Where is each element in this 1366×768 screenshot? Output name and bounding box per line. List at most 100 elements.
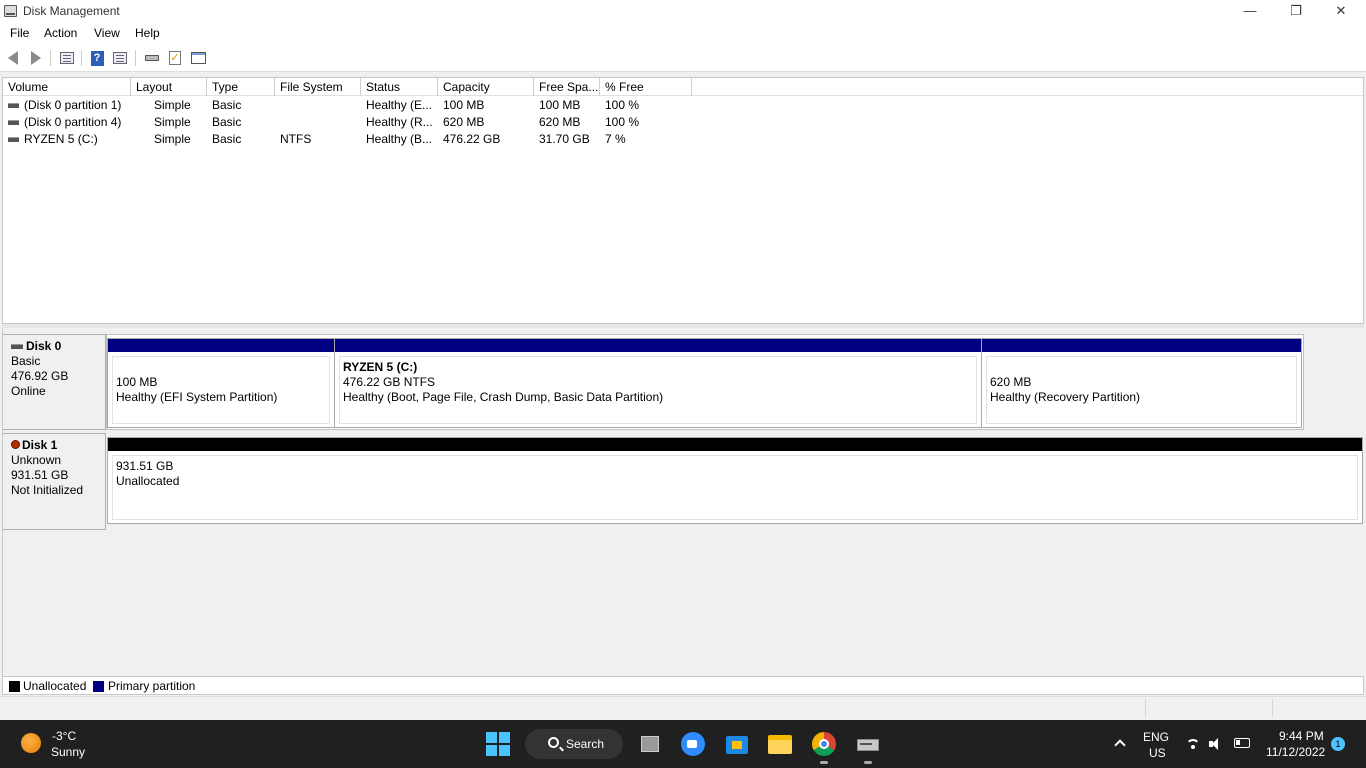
- weather-condition: Sunny: [51, 745, 86, 759]
- disk-name: Disk 0: [26, 339, 62, 353]
- status-bar: [0, 696, 1366, 720]
- restore-button[interactable]: ❐: [1273, 0, 1319, 23]
- check-icon: ✓: [169, 51, 181, 65]
- cell-free-space: 31.70 GB: [539, 132, 590, 146]
- partition-status: Healthy (EFI System Partition): [116, 390, 278, 404]
- minimize-button[interactable]: —: [1227, 0, 1273, 23]
- partition-body: 620 MB Healthy (Recovery Partition): [986, 356, 1297, 424]
- cell-percent-free: 100 %: [605, 98, 640, 112]
- running-indicator: [864, 761, 872, 764]
- partition-size: 931.51 GB: [116, 459, 174, 473]
- search-icon: [548, 737, 559, 748]
- partition-size: 620 MB: [990, 375, 1032, 389]
- cell-volume: RYZEN 5 (C:): [3, 131, 131, 148]
- disk-0-label[interactable]: Disk 0 Basic 476.92 GB Online: [3, 334, 106, 430]
- partition-recovery[interactable]: 620 MB Healthy (Recovery Partition): [981, 338, 1302, 428]
- zoom-icon[interactable]: [680, 731, 706, 757]
- volume-list[interactable]: Volume Layout Type File System Status Ca…: [2, 77, 1364, 324]
- col-file-system[interactable]: File System: [275, 78, 361, 96]
- menu-view[interactable]: View: [94, 26, 120, 40]
- back-button[interactable]: [4, 49, 22, 67]
- col-type[interactable]: Type: [207, 78, 275, 96]
- clock-date[interactable]: 11/12/2022: [1266, 745, 1325, 759]
- unallocated-swatch: [9, 681, 20, 692]
- volume-row[interactable]: (Disk 0 partition 4) Simple Basic Health…: [3, 114, 1363, 131]
- clock-time[interactable]: 9:44 PM: [1279, 729, 1324, 743]
- menu-file[interactable]: File: [10, 26, 29, 40]
- primary-partition-bar: [335, 339, 981, 352]
- col-layout[interactable]: Layout: [131, 78, 207, 96]
- notification-badge[interactable]: 1: [1331, 737, 1345, 751]
- help-button[interactable]: ?: [88, 49, 106, 67]
- col-free-space[interactable]: Free Spa...: [534, 78, 600, 96]
- partition-efi[interactable]: 100 MB Healthy (EFI System Partition): [107, 338, 335, 428]
- legend: Unallocated Primary partition: [2, 676, 1364, 695]
- col-volume[interactable]: Volume: [3, 78, 131, 96]
- col-percent-free[interactable]: % Free: [600, 78, 692, 96]
- battery-icon[interactable]: [1234, 738, 1250, 748]
- partition-status: Unallocated: [116, 474, 180, 488]
- window-icon: [190, 52, 206, 64]
- volume-icon: [8, 120, 19, 126]
- cell-type: Basic: [212, 132, 242, 146]
- toolbar-separator: [135, 50, 136, 66]
- disk-icon: [11, 344, 23, 350]
- status-divider: [1272, 699, 1273, 717]
- disk-management-icon[interactable]: [855, 731, 881, 764]
- cell-free-space: 620 MB: [539, 115, 581, 129]
- status-divider: [1145, 699, 1146, 717]
- start-icon[interactable]: [486, 732, 510, 756]
- properties-button[interactable]: [58, 49, 76, 67]
- language-indicator[interactable]: ENG: [1143, 730, 1169, 744]
- volume-icon[interactable]: [1209, 738, 1223, 750]
- region-indicator[interactable]: US: [1149, 746, 1166, 760]
- cell-volume: (Disk 0 partition 4): [3, 114, 131, 131]
- partition-body: 100 MB Healthy (EFI System Partition): [112, 356, 330, 424]
- disk-1-label[interactable]: Disk 1 Unknown 931.51 GB Not Initialized: [3, 433, 106, 530]
- partition-body: RYZEN 5 (C:) 476.22 GB NTFS Healthy (Boo…: [339, 356, 977, 424]
- window-button[interactable]: [189, 49, 207, 67]
- primary-partition-bar: [108, 339, 334, 352]
- cell-volume: (Disk 0 partition 1): [3, 97, 131, 114]
- primary-partition-bar: [982, 339, 1301, 352]
- partition-status: Healthy (Boot, Page File, Crash Dump, Ba…: [343, 390, 664, 404]
- volume-row[interactable]: (Disk 0 partition 1) Simple Basic Health…: [3, 97, 1363, 114]
- chrome-icon[interactable]: [811, 731, 837, 764]
- taskbar: -3°C Sunny Search ENG US 9:44 PM 11/12/2…: [0, 720, 1366, 768]
- console-tree-button[interactable]: [111, 49, 129, 67]
- partition-unallocated[interactable]: 931.51 GB Unallocated: [107, 437, 1363, 524]
- show-hidden-icons-chevron-icon[interactable]: [1114, 737, 1126, 751]
- partition-name: [990, 360, 1296, 375]
- menu-help[interactable]: Help: [135, 26, 160, 40]
- search-button[interactable]: Search: [525, 729, 623, 759]
- store-icon[interactable]: [724, 731, 750, 757]
- cell-type: Basic: [212, 115, 242, 129]
- partition-ryzen-c[interactable]: RYZEN 5 (C:) 476.22 GB NTFS Healthy (Boo…: [334, 338, 982, 428]
- primary-partition-swatch: [93, 681, 104, 692]
- connect-disk-button[interactable]: [143, 49, 161, 67]
- connect-disk-icon: [145, 55, 159, 61]
- title-bar[interactable]: Disk Management — ❐ ✕: [0, 0, 1366, 23]
- task-view-icon[interactable]: [637, 731, 663, 757]
- disk-state: Online: [11, 384, 46, 398]
- col-capacity[interactable]: Capacity: [438, 78, 534, 96]
- unallocated-bar: [108, 438, 1362, 451]
- forward-button[interactable]: [27, 49, 45, 67]
- menu-action[interactable]: Action: [44, 26, 77, 40]
- help-icon: ?: [90, 50, 104, 66]
- col-status[interactable]: Status: [361, 78, 438, 96]
- partition-name: RYZEN 5 (C:): [343, 360, 418, 374]
- cell-capacity: 620 MB: [443, 115, 485, 129]
- partition-size: 476.22 GB NTFS: [343, 375, 436, 389]
- close-button[interactable]: ✕: [1318, 0, 1364, 23]
- cell-percent-free: 100 %: [605, 115, 640, 129]
- toolbar: ? ✓: [0, 44, 1366, 72]
- running-indicator: [820, 761, 828, 764]
- wifi-icon[interactable]: [1186, 739, 1200, 749]
- window-title: Disk Management: [23, 4, 120, 18]
- volume-row[interactable]: RYZEN 5 (C:) Simple Basic NTFS Healthy (…: [3, 131, 1363, 148]
- check-button[interactable]: ✓: [166, 49, 184, 67]
- cell-capacity: 476.22 GB: [443, 132, 501, 146]
- file-explorer-icon[interactable]: [767, 731, 793, 757]
- partition-body: 931.51 GB Unallocated: [112, 455, 1358, 520]
